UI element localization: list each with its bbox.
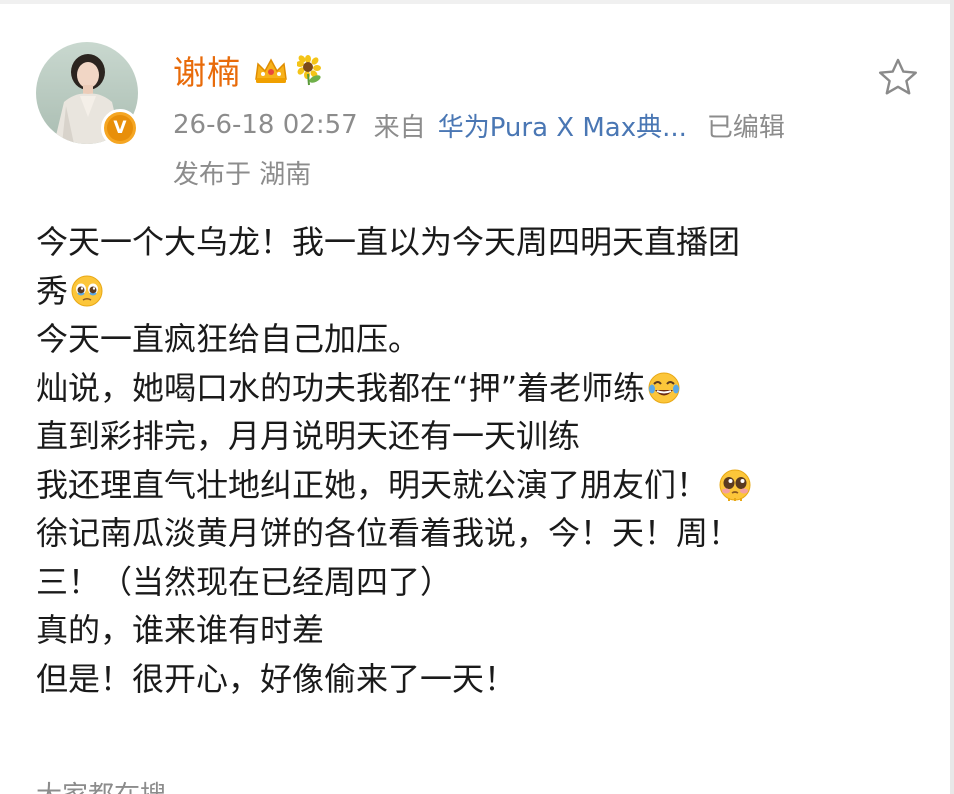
verified-badge: V [101, 109, 139, 147]
post-meta: 26-6-18 02:57 来自 华为Pura X Max典... 已编辑 [173, 106, 785, 144]
body-line: 但是！很开心，好像偷来了一天！ [36, 655, 926, 704]
weibo-post: V 谢楠 26-6-18 02:57 来自 华为Pura X Max典... 已… [0, 0, 954, 794]
body-line: 直到彩排完，月月说明天还有一天训练 [36, 412, 926, 461]
body-line: 今天一直疯狂给自己加压。 [36, 315, 926, 364]
body-line-text: 今天一直疯狂给自己加压。 [36, 320, 421, 358]
body-line-text: 但是！很开心，好像偷来了一天！ [36, 659, 517, 698]
author-name[interactable]: 谢楠 [173, 46, 241, 94]
body-line-text: 我还理直气壮地纠正她，明天就公演了朋友们！ [36, 465, 709, 504]
top-divider [0, 0, 954, 4]
body-line-text: 徐记南瓜淡黄月饼的各位看着我说，今！天！周！ [36, 514, 741, 552]
pleading-face-icon [719, 469, 751, 501]
crown-icon [255, 58, 287, 83]
body-line: 真的，谁来谁有时差 [36, 606, 926, 655]
body-line-text: 三！（当然现在已经周四了） [36, 562, 453, 601]
edited-label[interactable]: 已编辑 [707, 107, 785, 144]
source-device-link[interactable]: 华为Pura X Max典... [438, 107, 687, 144]
trending-search-link[interactable]: 大家都在搜 [36, 776, 166, 794]
tears-of-joy-face-icon [648, 372, 680, 404]
body-line: 灿说，她喝口水的功夫我都在“押”着老师练 [36, 364, 926, 413]
body-line: 秀 [36, 267, 926, 316]
author-row: 谢楠 [173, 48, 327, 92]
body-line-text: 今天一个大乌龙！我一直以为今天周四明天直播团 [36, 223, 741, 261]
right-edge [950, 0, 954, 794]
star-outline-icon[interactable] [876, 57, 920, 97]
body-line-text: 灿说，她喝口水的功夫我都在“押”着老师练 [36, 368, 646, 407]
body-line: 今天一个大乌龙！我一直以为今天周四明天直播团 [36, 218, 926, 267]
body-line: 三！（当然现在已经周四了） [36, 558, 926, 607]
body-line-text: 直到彩排完，月月说明天还有一天训练 [36, 417, 581, 455]
teary-eyed-face-icon [71, 275, 103, 307]
body-line-text: 秀 [36, 271, 69, 310]
post-timestamp: 26-6-18 02:57 [173, 110, 358, 140]
post-location: 发布于 湖南 [173, 159, 312, 190]
post-body: 今天一个大乌龙！我一直以为今天周四明天直播团 秀 今天一直疯狂给自己加压。 灿说… [36, 218, 926, 703]
body-line: 我还理直气壮地纠正她，明天就公演了朋友们！ [36, 461, 926, 510]
source-prefix: 来自 [373, 112, 426, 143]
body-line-text: 真的，谁来谁有时差 [36, 611, 325, 649]
sunflower-icon [297, 55, 321, 86]
verified-badge-label: V [107, 115, 133, 141]
body-line: 徐记南瓜淡黄月饼的各位看着我说，今！天！周！ [36, 509, 926, 558]
